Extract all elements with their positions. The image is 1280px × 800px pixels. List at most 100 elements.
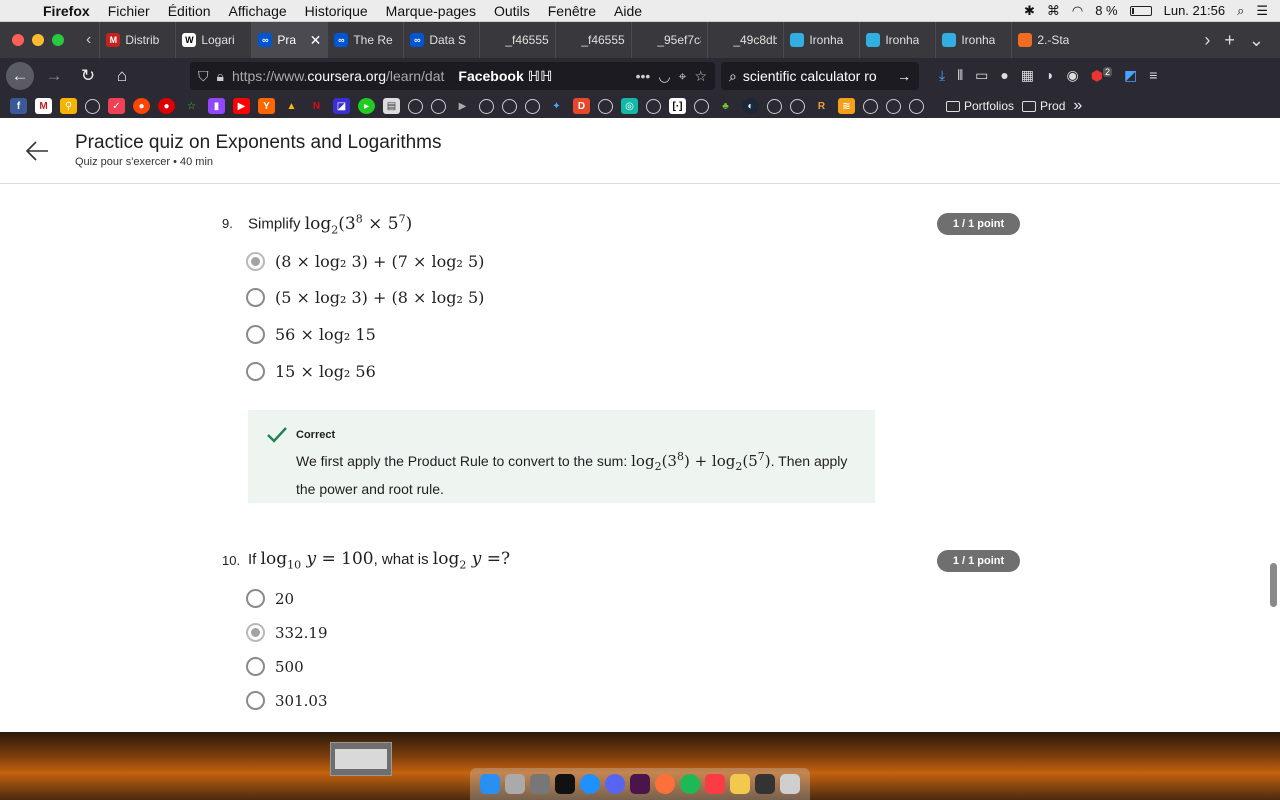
option-1[interactable]: (8 × log₂ 3) + (7 × log₂ 5) bbox=[246, 252, 484, 271]
star-icon[interactable]: ☆ bbox=[183, 98, 200, 114]
radio-button[interactable] bbox=[246, 362, 265, 381]
menu-affichage[interactable]: Affichage bbox=[220, 3, 296, 19]
netflix-icon[interactable]: N bbox=[308, 98, 325, 114]
bookmark-folder-prod[interactable]: Prod bbox=[1022, 99, 1065, 113]
home-button[interactable]: ⌂ bbox=[108, 62, 136, 90]
zoom-window-button[interactable] bbox=[52, 34, 64, 46]
menu-app-firefox[interactable]: Firefox bbox=[34, 3, 99, 19]
tab-scroll-right-icon[interactable]: › bbox=[1204, 30, 1210, 51]
r-icon[interactable]: R bbox=[813, 98, 830, 114]
image-bookmark-icon[interactable]: ▤ bbox=[383, 98, 400, 114]
globe-icon[interactable] bbox=[408, 99, 423, 114]
globe-icon[interactable] bbox=[502, 99, 517, 114]
clock[interactable]: Lun. 21:56 bbox=[1164, 3, 1225, 18]
tab-1[interactable]: MDistrib bbox=[99, 22, 175, 58]
radio-button[interactable] bbox=[246, 623, 265, 642]
play-icon[interactable]: ▶ bbox=[454, 98, 471, 114]
search-input[interactable]: scientific calculator ro bbox=[743, 68, 877, 84]
tab-scroll-left-icon[interactable]: ‹ bbox=[78, 31, 99, 49]
url-text[interactable]: https://www.coursera.org/learn/dat bbox=[232, 68, 444, 84]
tab-3[interactable]: ∞Pra✕ bbox=[251, 22, 327, 58]
option-1[interactable]: 20 bbox=[246, 589, 294, 608]
youtube-icon[interactable]: ▶ bbox=[233, 98, 250, 114]
firefox-icon[interactable] bbox=[655, 774, 675, 794]
green-play-icon[interactable]: ▸ bbox=[358, 98, 375, 114]
globe-icon[interactable] bbox=[646, 99, 661, 114]
radio-button[interactable] bbox=[246, 691, 265, 710]
battery-icon[interactable] bbox=[1130, 6, 1152, 16]
option-3[interactable]: 500 bbox=[246, 657, 304, 676]
app-store-icon[interactable] bbox=[580, 774, 600, 794]
back-arrow-icon[interactable] bbox=[24, 138, 50, 164]
menu-historique[interactable]: Historique bbox=[296, 3, 377, 19]
purple-app-icon[interactable]: ◪ bbox=[333, 98, 350, 114]
library-icon[interactable]: ⫴ bbox=[957, 67, 963, 85]
puzzle-icon[interactable]: ✦ bbox=[548, 98, 565, 114]
radio-button[interactable] bbox=[246, 252, 265, 271]
keyboard-icon[interactable]: ⌘ bbox=[1047, 3, 1060, 19]
lock-icon[interactable]: 🔒︎ bbox=[217, 68, 224, 85]
star-bookmark-icon[interactable]: ☆ bbox=[694, 68, 707, 85]
globe-icon[interactable] bbox=[863, 99, 878, 114]
bookmark-folder-portfolios[interactable]: Portfolios bbox=[946, 99, 1014, 113]
globe-icon[interactable] bbox=[909, 99, 924, 114]
bracket-app-icon[interactable]: [·] bbox=[669, 98, 686, 114]
discord-icon[interactable] bbox=[605, 774, 625, 794]
search-bar[interactable]: ⌕ scientific calculator ro → bbox=[721, 62, 919, 90]
sidebar-icon[interactable]: ▭ bbox=[975, 67, 988, 85]
back-button[interactable]: ← bbox=[6, 62, 34, 90]
close-window-button[interactable] bbox=[12, 34, 24, 46]
list-all-tabs-icon[interactable]: ⌄ bbox=[1249, 30, 1264, 51]
option-4[interactable]: 301.03 bbox=[246, 691, 328, 710]
menu-marque-pages[interactable]: Marque-pages bbox=[377, 3, 485, 19]
control-center-icon[interactable]: ☰ bbox=[1256, 3, 1268, 19]
close-tab-icon[interactable]: ✕ bbox=[310, 32, 322, 49]
red-circle-icon[interactable]: ● bbox=[158, 98, 175, 114]
globe-icon[interactable] bbox=[790, 99, 805, 114]
scrollbar-thumb[interactable] bbox=[1270, 563, 1277, 607]
tab-12[interactable]: Ironha bbox=[935, 22, 1011, 58]
menu-fichier[interactable]: Fichier bbox=[99, 3, 159, 19]
page-actions-icon[interactable]: ••• bbox=[636, 68, 651, 84]
radio-button[interactable] bbox=[246, 288, 265, 307]
extension-blue-icon[interactable]: ◩ bbox=[1124, 67, 1137, 85]
minimized-window-thumbnail[interactable] bbox=[330, 742, 392, 776]
spotlight-search-icon[interactable]: ⌕ bbox=[1237, 3, 1244, 19]
facebook-container-icon[interactable]: ▦ bbox=[1021, 67, 1034, 85]
url-bar[interactable]: ⛉ 🔒︎ https://www.coursera.org/learn/dat … bbox=[190, 62, 715, 90]
pocket-bookmark-icon[interactable]: ✓ bbox=[108, 98, 125, 114]
bookmark-facebook-label[interactable]: Facebook ℍℍ bbox=[458, 68, 552, 85]
gmail-icon[interactable]: M bbox=[35, 98, 52, 114]
radio-button[interactable] bbox=[246, 589, 265, 608]
d-app-icon[interactable]: D bbox=[573, 98, 590, 114]
option-4[interactable]: 15 × log₂ 56 bbox=[246, 362, 376, 381]
keep-icon[interactable]: ⚲ bbox=[60, 98, 77, 114]
menu-fenetre[interactable]: Fenêtre bbox=[539, 3, 605, 19]
option-2[interactable]: (5 × log₂ 3) + (8 × log₂ 5) bbox=[246, 288, 484, 307]
search-go-icon[interactable]: → bbox=[897, 68, 911, 84]
new-tab-icon[interactable]: + bbox=[1224, 30, 1235, 51]
globe-icon[interactable] bbox=[694, 99, 709, 114]
globe-icon[interactable] bbox=[431, 99, 446, 114]
menu-aide[interactable]: Aide bbox=[605, 3, 651, 19]
music-icon[interactable] bbox=[705, 774, 725, 794]
system-preferences-icon[interactable] bbox=[530, 774, 550, 794]
menu-hamburger-icon[interactable]: ≡ bbox=[1149, 67, 1157, 85]
menu-edition[interactable]: Édition bbox=[159, 3, 220, 19]
shield-icon[interactable]: ⛉ bbox=[198, 68, 209, 85]
bluetooth-icon[interactable]: ✱ bbox=[1024, 3, 1035, 19]
tab-10[interactable]: Ironha bbox=[783, 22, 859, 58]
forward-button[interactable]: → bbox=[40, 62, 68, 90]
battery-percent[interactable]: 8 % bbox=[1095, 3, 1117, 18]
more-bookmarks-icon[interactable]: » bbox=[1073, 97, 1082, 115]
tab-6[interactable]: _f46555f4 bbox=[479, 22, 555, 58]
terminal-icon[interactable] bbox=[555, 774, 575, 794]
spotify-icon[interactable] bbox=[680, 774, 700, 794]
globe-icon[interactable] bbox=[598, 99, 613, 114]
tab-4[interactable]: ∞The Re bbox=[327, 22, 403, 58]
cactus-icon[interactable]: ♣ bbox=[717, 98, 734, 114]
teal-app-icon[interactable]: ◎ bbox=[621, 98, 638, 114]
extension-owl-icon[interactable]: ◉ bbox=[1067, 67, 1079, 85]
option-3[interactable]: 56 × log₂ 15 bbox=[246, 325, 376, 344]
tab-11[interactable]: Ironha bbox=[859, 22, 935, 58]
